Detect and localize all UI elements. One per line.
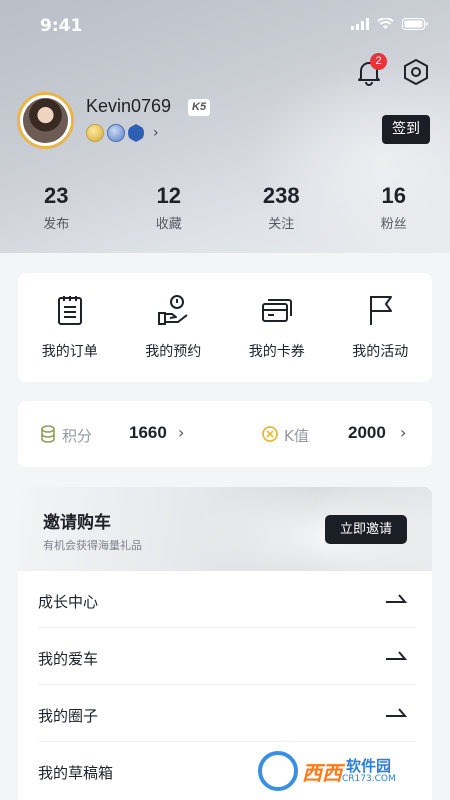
avatar[interactable] [17, 92, 74, 149]
menu-item-label: 成长中心 [38, 593, 99, 611]
status-bar: 9:41 [0, 0, 450, 52]
appointment-hand-icon [158, 295, 188, 325]
invite-subtitle: 有机会获得海量礼品 [43, 539, 142, 552]
menu-item-my-circles[interactable]: 我的圈子 [38, 685, 416, 742]
quick-action-label: 我的卡券 [248, 344, 305, 360]
quick-action-appointments[interactable]: 我的预约 [122, 273, 226, 382]
points-coin-icon [41, 425, 55, 443]
watermark-logo-icon [258, 751, 298, 791]
quick-action-coupons[interactable]: 我的卡券 [225, 273, 329, 382]
stat-value: 16 [381, 183, 406, 208]
stat-posts[interactable]: 23 发布 [0, 183, 113, 232]
stats-row: 23 发布 12 收藏 238 关注 16 粉丝 [0, 183, 450, 232]
menu-item-growth-center[interactable]: 成长中心 [38, 571, 416, 628]
stat-favorites[interactable]: 12 收藏 [113, 183, 226, 232]
quick-action-label: 我的活动 [352, 344, 409, 360]
k-value-label: K值 [284, 427, 309, 445]
watermark-text: 西西 [302, 760, 342, 785]
status-time: 9:41 [40, 16, 83, 36]
arrow-right-icon [386, 651, 408, 660]
stat-following[interactable]: 238 关注 [225, 183, 338, 232]
sign-in-button[interactable]: 签到 [382, 115, 430, 144]
hexagon-medal-icon [128, 124, 144, 142]
username: Kevin0769 [86, 96, 172, 116]
points-label: 积分 [62, 427, 93, 445]
menu-item-label: 我的爱车 [38, 650, 99, 668]
flag-icon [370, 296, 393, 325]
signal-icon [351, 18, 369, 30]
quick-action-orders[interactable]: 我的订单 [18, 273, 122, 382]
wifi-icon [377, 18, 394, 29]
arrow-right-icon [386, 594, 408, 603]
stat-label: 收藏 [155, 217, 182, 232]
watermark-brand: 软件园 [346, 757, 392, 775]
chevron-right-icon[interactable]: › [400, 423, 406, 442]
order-list-icon [57, 296, 82, 325]
invite-now-button[interactable]: 立即邀请 [325, 515, 407, 544]
quick-action-label: 我的订单 [41, 344, 98, 360]
stat-value: 238 [262, 183, 300, 208]
gold-medal-icon [86, 124, 104, 142]
stat-value: 12 [156, 183, 181, 208]
k-value[interactable]: 2000 [348, 423, 386, 443]
points-value[interactable]: 1660 [129, 423, 167, 443]
coupon-cards-icon [261, 299, 292, 322]
settings-icon[interactable] [403, 58, 429, 86]
avatar-photo [23, 98, 68, 143]
stat-label: 发布 [43, 217, 70, 232]
battery-icon [402, 18, 428, 30]
menu-item-label: 我的圈子 [38, 707, 99, 725]
watermark-brand-block: 软件园 CR173.COM [342, 758, 396, 784]
points-card: 积分 1660 › K值 2000 › [18, 401, 432, 467]
stat-label: 关注 [268, 217, 295, 232]
invite-banner[interactable]: 邀请购车 有机会获得海量礼品 立即邀请 [18, 487, 432, 571]
quick-action-label: 我的预约 [145, 344, 202, 360]
blue-medal-icon [107, 124, 125, 142]
chevron-right-icon: › [153, 125, 159, 141]
medal-row[interactable]: › [86, 124, 159, 142]
quick-action-activities[interactable]: 我的活动 [329, 273, 433, 382]
k-value-icon [262, 426, 278, 442]
watermark-site: CR173.COM [342, 774, 396, 784]
menu-item-my-car[interactable]: 我的爱车 [38, 628, 416, 685]
level-badge: K5 [188, 99, 211, 116]
invite-title: 邀请购车 [43, 513, 111, 533]
chevron-right-icon[interactable]: › [178, 423, 184, 442]
status-icons [351, 18, 428, 30]
arrow-right-icon [386, 708, 408, 717]
stat-value: 23 [44, 183, 69, 208]
quick-actions-card: 我的订单 我的预约 我的卡券 我的活动 [18, 273, 432, 382]
menu-item-label: 我的草稿箱 [38, 764, 114, 782]
stat-label: 粉丝 [380, 217, 407, 232]
notification-badge: 2 [370, 53, 387, 70]
stat-followers[interactable]: 16 粉丝 [338, 183, 450, 232]
watermark: 西西 软件园 CR173.COM [258, 748, 448, 794]
